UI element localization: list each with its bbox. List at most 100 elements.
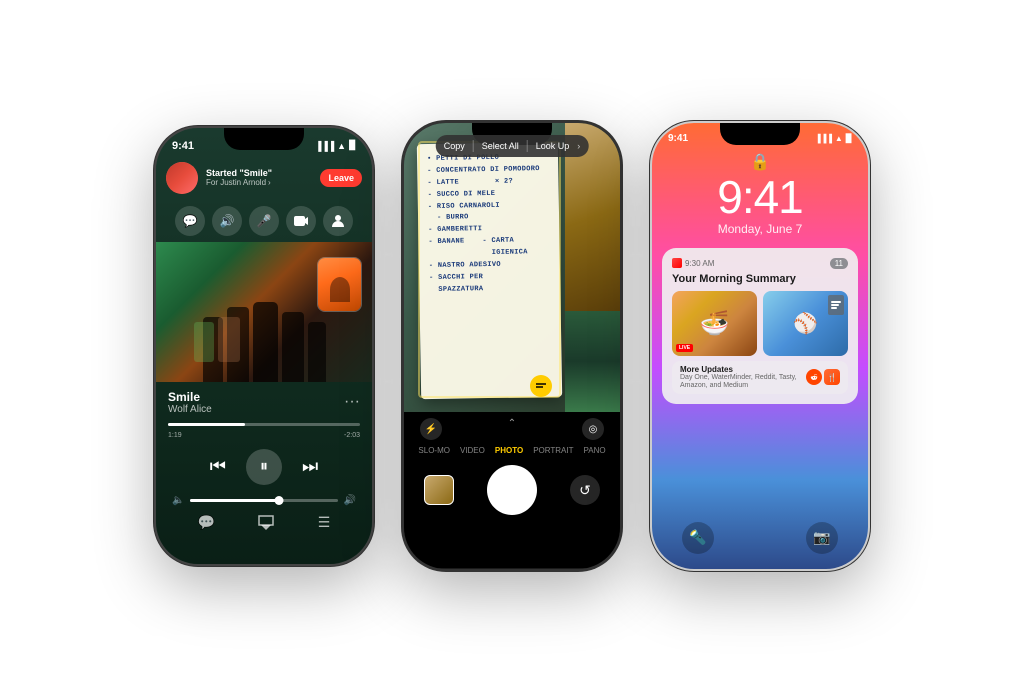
- more-options-button[interactable]: ···: [344, 393, 360, 411]
- lock-icon: 🔒: [652, 152, 868, 172]
- select-all-button[interactable]: Select All: [482, 141, 519, 151]
- leave-button[interactable]: Leave: [320, 169, 362, 187]
- rewind-button[interactable]: ⏮: [210, 456, 226, 477]
- playback-controls: ⏮ ⏸ ⏭: [156, 441, 372, 493]
- facetime-banner: Started "Smile" For Justin Arnold › Leav…: [156, 156, 372, 200]
- more-updates-title: More Updates: [680, 365, 806, 374]
- audio-button[interactable]: 🔊: [212, 206, 242, 236]
- phone-1: 9:41 ▐▐▐ ▲ ▉ Started "Smile" For Justin …: [154, 126, 374, 566]
- menu-divider: [473, 140, 474, 152]
- volume-thumb: [274, 496, 283, 505]
- volume-bar[interactable]: [190, 499, 337, 502]
- mode-photo[interactable]: PHOTO: [495, 446, 523, 455]
- morning-summary-notification[interactable]: 9:30 AM 11 Your Morning Summary 🍜 LIVE: [662, 248, 858, 405]
- phone1-notch: [224, 128, 304, 150]
- user-avatar: [166, 162, 198, 194]
- phone1-time: 9:41: [172, 140, 194, 152]
- volume-row: 🔈 🔊: [156, 493, 372, 508]
- banner-subtitle: For Justin Arnold ›: [206, 178, 312, 187]
- camera-top-controls: ⚡ ⌃ ◎: [404, 418, 620, 440]
- shutter-inner: [491, 469, 533, 511]
- side-image-strip: [565, 123, 620, 413]
- song-title: Smile: [168, 390, 212, 404]
- forward-button[interactable]: ⏭: [302, 456, 318, 477]
- video-button[interactable]: [286, 206, 316, 236]
- lock-screen-bottom-buttons: 🔦 📷: [652, 522, 868, 554]
- time-elapsed: 1:19: [168, 432, 182, 439]
- look-up-button[interactable]: Look Up: [536, 141, 570, 151]
- notification-title: Your Morning Summary: [672, 273, 848, 285]
- mic-button[interactable]: 🎤: [249, 206, 279, 236]
- volume-low-icon: 🔈: [172, 495, 184, 506]
- person-button[interactable]: [323, 206, 353, 236]
- pause-button[interactable]: ⏸: [246, 449, 282, 485]
- news-app-icon: [672, 258, 682, 268]
- volume-high-icon: 🔊: [344, 495, 356, 506]
- reddit-icon: [806, 369, 822, 385]
- banner-title: Started "Smile": [206, 168, 312, 178]
- copy-button[interactable]: Copy: [444, 141, 465, 151]
- wifi-icon-p3: ▲: [835, 134, 843, 143]
- mode-video[interactable]: VIDEO: [460, 446, 485, 455]
- airplay-icon[interactable]: [258, 514, 274, 533]
- phone3-screen: 9:41 ▐▐▐ ▲ ▉ 🔒 9:41 Monday, June 7 9:30 …: [652, 123, 868, 569]
- notification-meta: 9:30 AM: [672, 258, 714, 268]
- queue-icon[interactable]: ☰: [318, 514, 331, 533]
- camera-options-arrow[interactable]: ⌃: [508, 418, 516, 440]
- flash-button[interactable]: ⚡: [420, 418, 442, 440]
- phone3-status-icons: ▐▐▐ ▲ ▉: [815, 134, 852, 143]
- message-button[interactable]: 💬: [175, 206, 205, 236]
- food-image: 🍜 LIVE Neighborhood takeout favorites Ne…: [672, 291, 757, 356]
- pip-video: [318, 258, 361, 311]
- notification-badge: 11: [830, 258, 848, 269]
- song-artist: Wolf Alice: [168, 404, 212, 415]
- progress-times: 1:19 -2:03: [156, 430, 372, 441]
- phone-3: 9:41 ▐▐▐ ▲ ▉ 🔒 9:41 Monday, June 7 9:30 …: [650, 121, 870, 571]
- more-updates-row[interactable]: More Updates Day One, WaterMinder, Reddi…: [672, 361, 848, 395]
- avatar-image: [166, 162, 198, 194]
- progress-bar[interactable]: [168, 423, 360, 426]
- more-updates-desc: Day One, WaterMinder, Reddit, Tasty, Ama…: [680, 374, 806, 391]
- menu-more-arrow[interactable]: ›: [577, 141, 580, 151]
- battery-icon-p3: ▉: [846, 134, 852, 143]
- music-info: Smile Wolf Alice ···: [156, 382, 372, 419]
- progress-fill: [168, 423, 245, 426]
- phone2-screen: • PETTI DI POLLO- CONCENTRATO DI POMODOR…: [404, 123, 620, 569]
- live-badge: LIVE: [676, 344, 693, 352]
- pip-thumbnail[interactable]: [317, 257, 362, 312]
- notification-time: 9:30 AM: [685, 259, 714, 268]
- ocr-popup-menu: Copy Select All Look Up ›: [436, 135, 589, 157]
- signal-icon: ▐▐▐: [315, 141, 334, 151]
- tasty-icon: 🍴: [824, 369, 840, 385]
- food-photo: 🍜 LIVE: [672, 291, 757, 356]
- app-icons-row: 🍴: [806, 369, 840, 385]
- lock-screen-date: Monday, June 7: [652, 222, 868, 236]
- camera-mode-selector: SLO-MO VIDEO PHOTO PORTRAIT PANO: [418, 446, 605, 455]
- flashlight-button[interactable]: 🔦: [682, 522, 714, 554]
- phone-2: • PETTI DI POLLO- CONCENTRATO DI POMODOR…: [402, 121, 622, 571]
- wifi-icon: ▲: [337, 141, 346, 151]
- notification-header: 9:30 AM 11: [672, 258, 848, 269]
- flip-camera-button[interactable]: ↺: [570, 475, 600, 505]
- video-area: [156, 242, 372, 382]
- mode-portrait[interactable]: PORTRAIT: [533, 446, 573, 455]
- gallery-thumbnail[interactable]: [424, 475, 454, 505]
- menu-divider-2: [527, 140, 528, 152]
- mode-pano[interactable]: PANO: [584, 446, 606, 455]
- news-app-badge: [828, 295, 844, 315]
- facetime-controls-row: 💬 🔊 🎤: [156, 200, 372, 242]
- more-updates-text: More Updates Day One, WaterMinder, Reddi…: [680, 365, 806, 391]
- signal-icon-p3: ▐▐▐: [815, 134, 832, 143]
- notification-images: 🍜 LIVE Neighborhood takeout favorites Ne…: [672, 291, 848, 356]
- bottom-row: 💬 ☰: [156, 508, 372, 543]
- phone3-time: 9:41: [668, 133, 688, 144]
- camera-controls: ⚡ ⌃ ◎ SLO-MO VIDEO PHOTO PORTRAIT PANO: [404, 412, 620, 568]
- camera-button[interactable]: 📷: [806, 522, 838, 554]
- chevron-right-icon: ›: [268, 178, 271, 187]
- mode-slomo[interactable]: SLO-MO: [418, 446, 450, 455]
- speech-bubble-icon[interactable]: 💬: [198, 514, 215, 533]
- live-button[interactable]: ◎: [582, 418, 604, 440]
- shutter-button[interactable]: [487, 465, 537, 515]
- baseball-photo: ⚾: [763, 291, 848, 356]
- main-container: 9:41 ▐▐▐ ▲ ▉ Started "Smile" For Justin …: [0, 0, 1024, 691]
